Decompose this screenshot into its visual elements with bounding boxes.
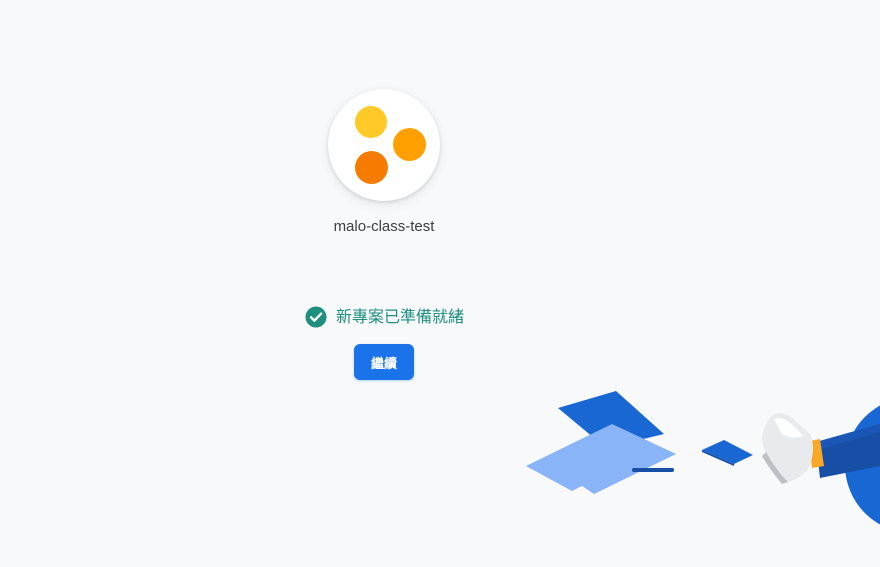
relaxing-person-with-papers-illustration (520, 370, 880, 567)
avatar-dot-amber (393, 128, 426, 161)
avatar-dot-orange (355, 151, 388, 184)
status-row: 新專案已準備就緒 (305, 305, 464, 329)
project-ready-page: malo-class-test 新專案已準備就緒 繼續 (0, 0, 880, 567)
continue-button[interactable]: 繼續 (354, 344, 414, 380)
project-avatar (328, 89, 440, 201)
project-name: malo-class-test (333, 218, 435, 235)
status-message: 新專案已準備就緒 (336, 307, 465, 326)
check-circle-icon (305, 306, 327, 328)
avatar-dot-yellow (355, 106, 387, 138)
